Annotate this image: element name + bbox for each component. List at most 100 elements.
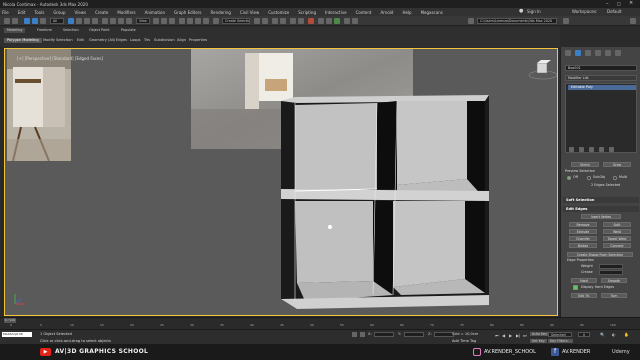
create-tab-icon[interactable] (565, 50, 571, 56)
close-button[interactable]: × (629, 0, 633, 6)
menu-civil-view[interactable]: Civil View (240, 10, 259, 15)
menu-views[interactable]: Views (75, 10, 87, 15)
move-icon[interactable] (102, 18, 108, 24)
link-icon[interactable] (24, 18, 30, 24)
project-folder-icon[interactable] (468, 18, 474, 24)
insert-vertex-button[interactable]: Insert Vertex (581, 214, 621, 219)
edit-named-selection-icon[interactable] (213, 18, 219, 24)
named-selection-set-field[interactable]: Create Selection Se (222, 18, 250, 24)
ribbon-tab-modeling[interactable]: Modeling (4, 28, 26, 33)
viewport-label[interactable]: [+] [Perspective] [Standard] [Edged Face… (17, 56, 103, 61)
key-filters-button[interactable]: Key Filters... (548, 339, 573, 343)
extrude-button[interactable]: Extrude (569, 229, 597, 234)
keyboard-shortcut-icon[interactable] (169, 18, 175, 24)
next-frame-icon[interactable]: ▶| (516, 333, 520, 338)
preview-subobj-radio[interactable] (587, 176, 591, 180)
toggle-ribbon-icon[interactable] (280, 18, 286, 24)
menu-scripting[interactable]: Scripting (298, 10, 316, 15)
soft-selection-rollout[interactable]: Soft Selection (563, 197, 639, 203)
go-to-start-icon[interactable]: ⏮ (495, 333, 499, 338)
play-icon[interactable]: ▶ (509, 333, 512, 338)
y-coord-field[interactable] (404, 332, 424, 337)
weight-spinner[interactable] (599, 264, 623, 269)
edit-tri-button[interactable]: Edit Tri. (571, 293, 597, 298)
menu-group[interactable]: Group (53, 10, 65, 15)
ribbon-tab-populate[interactable]: Populate (118, 28, 139, 33)
menu-customize[interactable]: Customize (268, 10, 289, 15)
menu-create[interactable]: Create (95, 10, 108, 15)
reference-coord-dropdown[interactable]: View (136, 18, 150, 24)
go-to-end-icon[interactable]: ⏭ (523, 333, 527, 338)
modifier-list-dropdown[interactable]: Modifier List (565, 75, 637, 81)
orbit-icon[interactable]: ◐ (612, 332, 616, 337)
bridge-button[interactable]: Bridge (569, 243, 597, 248)
schematic-view-icon[interactable] (298, 18, 304, 24)
lock-selection-icon[interactable] (360, 332, 365, 337)
menu-edit[interactable]: Edit (18, 10, 26, 15)
select-manipulate-icon[interactable] (161, 18, 167, 24)
ribbon-tab-selection[interactable]: Selection (60, 28, 82, 33)
render-setup-icon[interactable] (318, 18, 324, 24)
render-in-cloud-icon[interactable] (344, 18, 350, 24)
weld-button[interactable]: Weld (603, 229, 631, 234)
window-crossing-icon[interactable] (92, 18, 98, 24)
a360-gallery-icon[interactable] (352, 18, 358, 24)
align-icon[interactable] (262, 18, 268, 24)
viewcube-icon[interactable] (528, 60, 557, 80)
object-name-field[interactable]: Box001 (565, 65, 637, 71)
rotate-icon[interactable] (110, 18, 116, 24)
display-hard-edges-checkbox[interactable] (573, 285, 578, 290)
set-key-button[interactable]: Set Key (530, 339, 547, 343)
sign-in-dropdown[interactable]: Sign In (527, 9, 541, 14)
selected-dropdown[interactable]: Selected (548, 332, 572, 337)
auto-key-button[interactable]: Auto Key (530, 332, 550, 336)
remove-button[interactable]: Remove (569, 222, 597, 227)
hard-button[interactable]: Hard (571, 278, 597, 283)
project-path-field[interactable]: C:\Users\Lorenzo\Documents\3ds Max 2020 (477, 18, 557, 24)
minimize-button[interactable]: – (606, 1, 609, 7)
maxscript-listener[interactable]: MAXScript Mi (2, 332, 32, 337)
bind-space-warp-icon[interactable] (40, 18, 46, 24)
redo-icon[interactable] (12, 18, 18, 24)
pivot-icon[interactable] (153, 18, 159, 24)
place-icon[interactable] (126, 18, 132, 24)
x-coord-field[interactable] (374, 332, 394, 337)
menu-tools[interactable]: Tools (34, 10, 44, 15)
percent-snap-icon[interactable] (195, 18, 201, 24)
target-weld-button[interactable]: Target Weld (603, 236, 631, 241)
chamfer-button[interactable]: Chamfer (569, 236, 597, 241)
modify-tab-icon[interactable] (575, 50, 581, 56)
menu-arnold[interactable]: Arnold (380, 10, 393, 15)
rendered-frame-window-icon[interactable] (326, 18, 332, 24)
layer-explorer-icon[interactable] (272, 18, 278, 24)
search-icon[interactable] (630, 18, 636, 24)
menu-help[interactable]: Help (402, 10, 411, 15)
prev-frame-icon[interactable]: ◀ (502, 333, 505, 338)
z-coord-field[interactable] (434, 332, 454, 337)
configure-sets-icon[interactable] (609, 147, 614, 152)
menu-modifiers[interactable]: Modifiers (117, 10, 135, 15)
motion-tab-icon[interactable] (595, 50, 601, 56)
display-tab-icon[interactable] (605, 50, 611, 56)
hierarchy-tab-icon[interactable] (585, 50, 591, 56)
scale-icon[interactable] (118, 18, 124, 24)
selection-filter-dropdown[interactable]: All (50, 18, 64, 24)
angle-snap-icon[interactable] (187, 18, 193, 24)
make-unique-icon[interactable] (589, 147, 594, 152)
rect-selection-icon[interactable] (84, 18, 90, 24)
ribbon-tab-freeform[interactable]: Freeform (34, 28, 55, 33)
undo-icon[interactable] (4, 18, 10, 24)
stack-item-editable-poly[interactable]: Editable Poly (568, 85, 636, 90)
select-by-name-icon[interactable] (76, 18, 82, 24)
crease-spinner[interactable] (599, 270, 623, 275)
select-object-icon[interactable] (68, 18, 74, 24)
add-time-tag-button[interactable]: Add Time Tag (452, 339, 476, 343)
bookshelf-model[interactable] (281, 95, 489, 309)
turn-button[interactable]: Turn (601, 293, 627, 298)
spinner-snap-icon[interactable] (203, 18, 209, 24)
menu-interactive[interactable]: Interactive (325, 10, 347, 15)
timeline[interactable]: 0 / 100 0 5 10 15 20 25 30 35 40 45 50 55 60 65 70 75 80… (0, 317, 640, 329)
preview-off-radio[interactable] (567, 176, 571, 180)
material-editor-icon[interactable] (308, 18, 314, 24)
user-icon[interactable]: ● (519, 8, 523, 14)
